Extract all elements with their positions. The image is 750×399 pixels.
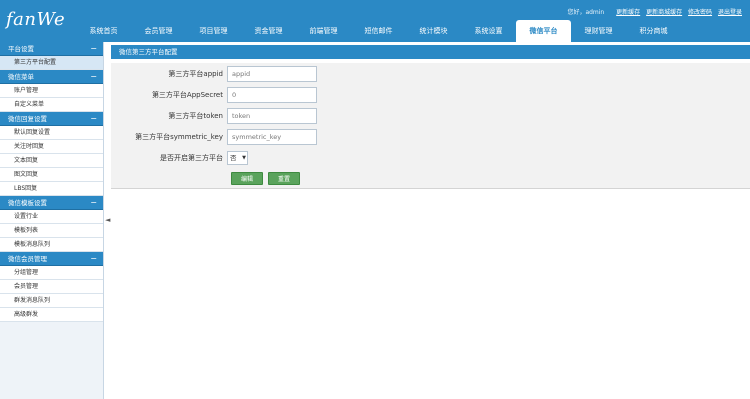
section-title: 微信模板设置: [8, 199, 47, 207]
form-row-enable-platform: 是否开启第三方平台 否 ▼: [111, 147, 750, 168]
nav-tab-statistics[interactable]: 统计模块: [406, 20, 461, 42]
form-row-appsecret: 第三方平台AppSecret 0: [111, 84, 750, 105]
nav-tab-finance[interactable]: 理财管理: [571, 20, 626, 42]
sidebar-item-custom-menu[interactable]: 自定义菜单: [0, 98, 103, 112]
collapse-sidebar-icon[interactable]: ◄: [105, 216, 110, 224]
nav-tab-settings[interactable]: 系统设置: [461, 20, 516, 42]
sidebar-item-lbs-reply[interactable]: LBS回复: [0, 182, 103, 196]
nav-tab-wechat[interactable]: 微信平台: [516, 20, 571, 42]
token-label: 第三方平台token: [168, 111, 223, 120]
sidebar-section-header[interactable]: 微信会员管理 −: [0, 252, 103, 266]
nav-tab-frontend[interactable]: 前端管理: [296, 20, 351, 42]
sidebar-section-template: 微信模板设置 − 设置行业 模板列表 模板消息队列: [0, 196, 103, 252]
sidebar-item-advanced-mass[interactable]: 高级群发: [0, 308, 103, 322]
sidebar-section-header[interactable]: 微信回复设置 −: [0, 112, 103, 126]
sidebar-section-header[interactable]: 微信菜单 −: [0, 70, 103, 84]
token-input[interactable]: token: [227, 107, 317, 124]
collapse-minus-icon[interactable]: −: [90, 196, 97, 210]
sidebar-item-follow-reply[interactable]: 关注时回复: [0, 140, 103, 154]
nav-tab-system-home[interactable]: 系统首页: [76, 20, 131, 42]
section-title: 微信菜单: [8, 73, 34, 81]
change-password-link[interactable]: 修改密码: [688, 9, 712, 16]
form-row-symmetric-key: 第三方平台symmetric_key symmetric_key: [111, 126, 750, 147]
symmetric-key-input[interactable]: symmetric_key: [227, 128, 317, 145]
select-value: 否: [230, 153, 237, 162]
sidebar-item-group-manage[interactable]: 分组管理: [0, 266, 103, 280]
sidebar-item-news-reply[interactable]: 图文回复: [0, 168, 103, 182]
sidebar: 平台设置 − 第三方平台配置 微信菜单 − 账户管理 自定义菜单 微信回复设置 − 默…: [0, 42, 104, 399]
logo[interactable]: fanWe: [6, 9, 65, 30]
config-form: 第三方平台appid appid 第三方平台AppSecret 0 第三方平台t…: [111, 63, 750, 189]
appid-label: 第三方平台appid: [168, 69, 223, 78]
symmetric-key-label: 第三方平台symmetric_key: [135, 132, 223, 141]
sidebar-section-reply: 微信回复设置 − 默认回复设置 关注时回复 文本回复 图文回复 LBS回复: [0, 112, 103, 196]
form-actions: 编辑 重置: [111, 168, 750, 188]
sidebar-item-template-queue[interactable]: 模板消息队列: [0, 238, 103, 252]
enable-platform-select[interactable]: 否 ▼: [227, 150, 248, 165]
main-nav: 系统首页 会员管理 项目管理 资金管理 前端管理 短信邮件 统计模块 系统设置 …: [76, 20, 681, 42]
collapse-minus-icon[interactable]: −: [90, 252, 97, 266]
sidebar-item-text-reply[interactable]: 文本回复: [0, 154, 103, 168]
sidebar-section-header[interactable]: 平台设置 −: [0, 42, 103, 56]
collapse-minus-icon[interactable]: −: [90, 70, 97, 84]
collapse-minus-icon[interactable]: −: [90, 112, 97, 126]
page-title: 微信第三方平台配置: [111, 45, 750, 59]
sidebar-item-account[interactable]: 账户管理: [0, 84, 103, 98]
nav-tab-funds[interactable]: 资金管理: [241, 20, 296, 42]
sidebar-item-set-industry[interactable]: 设置行业: [0, 210, 103, 224]
appid-input[interactable]: appid: [227, 65, 317, 82]
greeting-text: 您好，admin: [567, 9, 605, 16]
logout-link[interactable]: 退出登录: [718, 9, 742, 16]
nav-tab-sms-email[interactable]: 短信邮件: [351, 20, 406, 42]
section-title: 微信回复设置: [8, 115, 47, 123]
enable-platform-label: 是否开启第三方平台: [160, 153, 223, 162]
nav-tab-member[interactable]: 会员管理: [131, 20, 186, 42]
sidebar-section-platform: 平台设置 − 第三方平台配置: [0, 42, 103, 70]
appsecret-label: 第三方平台AppSecret: [151, 90, 223, 99]
collapse-minus-icon[interactable]: −: [90, 42, 97, 56]
top-header: fanWe 您好，admin 更新缓存 更新商城缓存 修改密码 退出登录 系统首…: [0, 0, 750, 42]
appsecret-input[interactable]: 0: [227, 86, 317, 103]
nav-tab-points-mall[interactable]: 积分商城: [626, 20, 681, 42]
sidebar-section-header[interactable]: 微信模板设置 −: [0, 196, 103, 210]
sidebar-item-member-manage[interactable]: 会员管理: [0, 280, 103, 294]
form-row-appid: 第三方平台appid appid: [111, 63, 750, 84]
refresh-cache-link[interactable]: 更新缓存: [616, 9, 640, 16]
refresh-mall-cache-link[interactable]: 更新商城缓存: [646, 9, 682, 16]
chevron-down-icon: ▼: [242, 154, 246, 161]
section-title: 微信会员管理: [8, 255, 47, 263]
sidebar-item-template-list[interactable]: 模板列表: [0, 224, 103, 238]
sidebar-section-menu: 微信菜单 − 账户管理 自定义菜单: [0, 70, 103, 112]
sidebar-item-default-reply[interactable]: 默认回复设置: [0, 126, 103, 140]
sidebar-item-third-party-config[interactable]: 第三方平台配置: [0, 56, 103, 70]
form-row-token: 第三方平台token token: [111, 105, 750, 126]
main-content: 微信第三方平台配置 第三方平台appid appid 第三方平台AppSecre…: [111, 45, 750, 399]
nav-tab-project[interactable]: 项目管理: [186, 20, 241, 42]
top-links: 您好，admin 更新缓存 更新商城缓存 修改密码 退出登录: [567, 7, 742, 16]
reset-button[interactable]: 重置: [268, 171, 300, 185]
submit-button[interactable]: 编辑: [231, 171, 263, 185]
sidebar-item-mass-queue[interactable]: 群发消息队列: [0, 294, 103, 308]
sidebar-section-members: 微信会员管理 − 分组管理 会员管理 群发消息队列 高级群发: [0, 252, 103, 322]
section-title: 平台设置: [8, 45, 34, 53]
